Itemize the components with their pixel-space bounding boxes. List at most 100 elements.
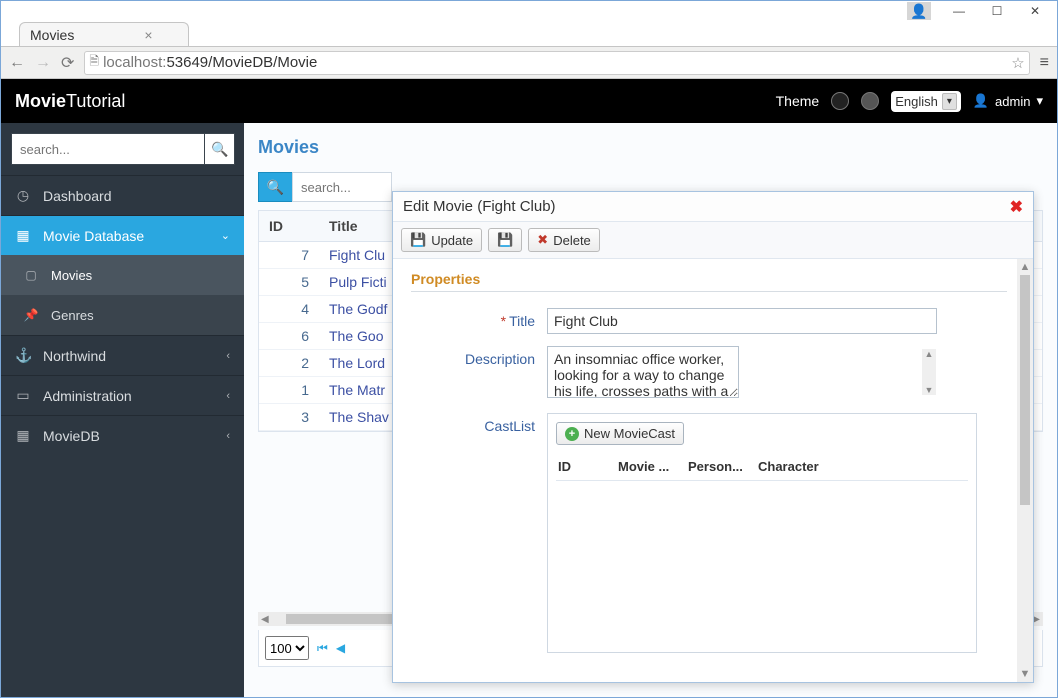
person-icon: 👤 (973, 93, 989, 109)
save-icon: 💾 (497, 232, 513, 248)
sidebar-item-dashboard[interactable]: ◷ Dashboard (1, 175, 244, 215)
textarea-scrollbar[interactable]: ▲▼ (922, 349, 936, 395)
os-user-icon[interactable]: 👤 (907, 2, 931, 20)
sidebar-search-input[interactable] (11, 133, 205, 165)
label-title: *Title (411, 308, 547, 334)
chevron-left-icon: ‹ (226, 390, 230, 402)
cast-column-movie[interactable]: Movie ... (618, 459, 688, 474)
url-bar[interactable]: 🗎 localhost:53649/MovieDB/Movie ☆ (84, 51, 1029, 75)
scroll-down-icon[interactable]: ▼ (1020, 668, 1031, 680)
bookmark-star-icon[interactable]: ☆ (1011, 54, 1024, 72)
update-button-label: Update (431, 233, 473, 248)
cast-column-character[interactable]: Character (758, 459, 966, 474)
sidebar-item-movie-database[interactable]: ▦ Movie Database ⌄ (1, 215, 244, 255)
sidebar-subitem-movies[interactable]: ▢ Movies (1, 255, 244, 295)
cell-id: 2 (259, 350, 319, 376)
language-selector[interactable]: English ▾ (891, 91, 961, 112)
northwind-icon: ⚓ (15, 347, 31, 364)
cell-id: 7 (259, 242, 319, 268)
dialog-title: Edit Movie (Fight Club) (403, 198, 556, 215)
cast-column-id[interactable]: ID (558, 459, 618, 474)
dialog-close-button[interactable]: ✖ (1010, 197, 1023, 217)
title-field[interactable] (547, 308, 937, 334)
reload-button[interactable]: ⟳ (61, 53, 74, 73)
user-name: admin (995, 94, 1030, 109)
site-info-icon[interactable]: 🗎 (89, 52, 99, 73)
cell-id: 5 (259, 269, 319, 295)
sidebar-search-button[interactable]: 🔍 (205, 133, 235, 165)
chevron-left-icon: ‹ (226, 430, 230, 442)
sidebar-item-administration[interactable]: ▭ Administration ‹ (1, 375, 244, 415)
label-description: Description (411, 346, 547, 401)
url-host: localhost: (103, 54, 166, 71)
page-size-select[interactable]: 100 (265, 636, 309, 660)
language-label: English (895, 94, 938, 109)
sidebar-subitem-label: Genres (51, 308, 94, 323)
sidebar-item-label: Administration (43, 388, 132, 404)
theme-label: Theme (776, 93, 820, 109)
chevron-left-icon: ‹ (226, 350, 230, 362)
cast-column-person[interactable]: Person... (688, 459, 758, 474)
theme-swatch-dark[interactable] (831, 92, 849, 110)
app-title: MovieTutorial (15, 91, 125, 112)
sidebar-subitem-genres[interactable]: 📌 Genres (1, 295, 244, 335)
plus-icon: + (565, 427, 579, 441)
update-button[interactable]: 💾 Update (401, 228, 482, 252)
sidebar-item-label: MovieDB (43, 428, 100, 444)
sidebar-item-label: Movie Database (43, 228, 144, 244)
dashboard-icon: ◷ (15, 187, 31, 204)
sidebar-item-label: Northwind (43, 348, 106, 364)
pager-prev-button[interactable]: ◀ (336, 641, 345, 655)
genres-icon: 📌 (23, 308, 39, 322)
section-title-properties: Properties (411, 271, 1007, 292)
save-icon: 💾 (410, 232, 426, 248)
cell-id: 6 (259, 323, 319, 349)
delete-button[interactable]: ✖ Delete (528, 228, 599, 252)
cell-id: 4 (259, 296, 319, 322)
tab-close-icon[interactable]: × (144, 27, 152, 43)
sidebar-item-northwind[interactable]: ⚓ Northwind ‹ (1, 335, 244, 375)
scroll-thumb[interactable] (1020, 275, 1030, 505)
movies-icon: ▢ (23, 268, 39, 282)
search-icon: 🔍 (211, 141, 228, 157)
user-menu[interactable]: 👤 admin ▾ (973, 93, 1043, 109)
search-icon: 🔍 (267, 179, 284, 196)
chevron-down-icon: ⌄ (221, 229, 230, 242)
os-maximize-button[interactable]: ☐ (987, 4, 1007, 18)
os-close-button[interactable]: ✕ (1025, 4, 1045, 18)
url-path: 53649/MovieDB/Movie (166, 54, 317, 71)
forward-button[interactable]: → (35, 54, 51, 72)
sidebar-item-moviedb[interactable]: ▦ MovieDB ‹ (1, 415, 244, 455)
delete-button-label: Delete (553, 233, 591, 248)
admin-icon: ▭ (15, 387, 31, 404)
scroll-up-icon[interactable]: ▲ (1020, 261, 1031, 273)
os-minimize-button[interactable]: — (949, 4, 969, 18)
sidebar-subitem-label: Movies (51, 268, 92, 283)
grid-search-input[interactable] (292, 172, 392, 202)
grid-search-button[interactable]: 🔍 (258, 172, 292, 202)
castlist-panel: + New MovieCast ID Movie ... Person... C… (547, 413, 977, 653)
column-header-id[interactable]: ID (259, 211, 319, 241)
new-moviecast-button[interactable]: + New MovieCast (556, 422, 684, 445)
delete-icon: ✖ (537, 232, 548, 248)
new-moviecast-label: New MovieCast (584, 426, 675, 441)
tab-title: Movies (30, 27, 74, 43)
cell-id: 1 (259, 377, 319, 403)
moviedb-icon: ▦ (15, 427, 31, 444)
sidebar-item-label: Dashboard (43, 188, 112, 204)
save-icon-button[interactable]: 💾 (488, 228, 522, 252)
label-castlist: CastList (411, 413, 547, 434)
page-title: Movies (258, 137, 1043, 158)
description-field[interactable]: An insomniac office worker, looking for … (547, 346, 739, 398)
cell-id: 3 (259, 404, 319, 430)
chevron-down-icon: ▾ (1036, 93, 1043, 109)
movie-db-icon: ▦ (15, 227, 31, 244)
dialog-vertical-scrollbar[interactable]: ▲ ▼ (1017, 259, 1033, 682)
browser-tab[interactable]: Movies × (19, 22, 189, 46)
back-button[interactable]: ← (9, 54, 25, 72)
theme-swatch-gray[interactable] (861, 92, 879, 110)
browser-menu-icon[interactable]: ≡ (1040, 54, 1049, 72)
edit-movie-dialog: Edit Movie (Fight Club) ✖ 💾 Update 💾 ✖ D… (392, 191, 1034, 683)
pager-first-button[interactable]: ⏮ (317, 641, 328, 656)
chevron-down-icon: ▾ (942, 93, 957, 110)
